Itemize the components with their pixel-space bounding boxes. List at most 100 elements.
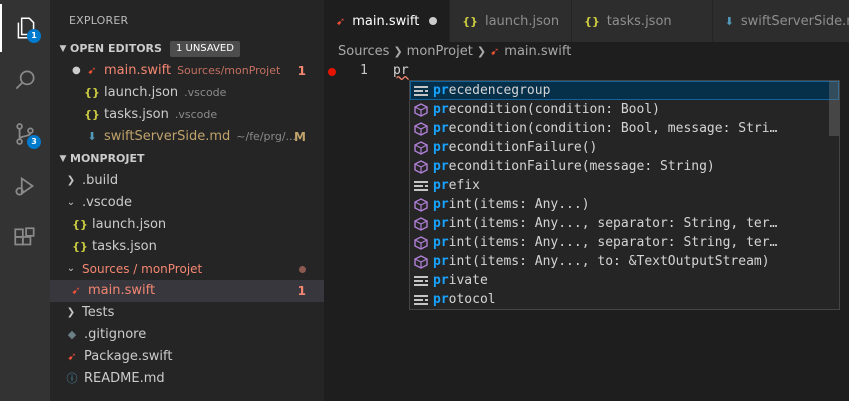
suggestion-item[interactable]: pr ecedencegroup	[410, 81, 839, 100]
json-icon: {}	[72, 240, 88, 253]
project-header[interactable]: ▼ MONPROJET	[50, 148, 324, 170]
line-number: 1	[360, 63, 368, 78]
tree-item-gitignore[interactable]: ◆ .gitignore	[50, 324, 324, 346]
suggestion-match: pr	[433, 102, 449, 117]
editor-tabs: ➹ main.swift {} launch.json {} tasks.jso…	[324, 0, 849, 42]
markdown-icon: ⬇	[87, 130, 97, 143]
open-editor-item[interactable]: {} launch.json .vscode	[50, 82, 324, 104]
suggestion-item[interactable]: pr econditionFailure()	[410, 138, 839, 157]
chevron-right-icon: ❯	[66, 307, 76, 318]
open-editor-item[interactable]: ⬇ swiftServerSide.md ~/fe/prg/... M	[50, 126, 324, 148]
tree-item-tasks-json[interactable]: {} tasks.json	[50, 236, 324, 258]
tree-label: Sources / monProjet	[82, 262, 203, 276]
suggestion-item[interactable]: pr ivate	[410, 271, 839, 290]
project-title: MONPROJET	[70, 152, 145, 165]
tree-label: Tests	[82, 305, 115, 320]
suggestion-match: pr	[433, 178, 449, 193]
extensions-icon	[14, 227, 35, 246]
tab-label: swiftServerSide.md	[740, 13, 849, 29]
method-icon	[413, 159, 429, 175]
open-editors-header[interactable]: ▼ OPEN EDITORS 1 UNSAVED	[50, 38, 324, 60]
scm-badge: 3	[27, 135, 41, 149]
chevron-right-icon: ❯	[476, 45, 487, 58]
keyword-icon	[413, 273, 429, 289]
tab-tasks-json[interactable]: {} tasks.json	[572, 0, 713, 42]
suggestion-item[interactable]: pr int(items: Any..., separator: String, …	[410, 214, 839, 233]
unsaved-dot-icon: ●	[72, 65, 81, 76]
open-editor-path: .vscode	[184, 86, 227, 99]
suggestion-text: econdition(condition: Bool)	[448, 102, 660, 117]
chevron-down-icon: ⌄	[66, 197, 76, 208]
suggestion-item[interactable]: pr int(items: Any..., to: &TextOutputStre…	[410, 252, 839, 271]
tab-label: main.swift	[352, 13, 420, 29]
suggestion-item[interactable]: pr econditionFailure(message: String)	[410, 157, 839, 176]
activity-extensions[interactable]	[0, 214, 50, 262]
tree-item-launch-json[interactable]: {} launch.json	[50, 214, 324, 236]
suggestion-item[interactable]: pr econdition(condition: Bool, message: S…	[410, 119, 839, 138]
suggestion-text: econditionFailure()	[448, 140, 598, 155]
tab-swiftserverside-md[interactable]: ⬇ swiftServerSide.md	[712, 0, 849, 42]
suggestion-text: ivate	[448, 273, 488, 288]
code-line[interactable]: pr	[393, 63, 409, 78]
chevron-right-icon: ❯	[393, 45, 403, 58]
error-count-badge: 1	[297, 284, 306, 298]
tree-label: Package.swift	[84, 349, 173, 364]
tree-item-sources[interactable]: ⌄ Sources / monProjet	[50, 258, 324, 280]
unsaved-dot-icon[interactable]	[429, 17, 438, 25]
error-count-badge: 1	[297, 64, 306, 78]
breadcrumb-item[interactable]: main.swift	[504, 44, 571, 59]
open-editor-item[interactable]: {} tasks.json .vscode	[50, 104, 324, 126]
info-icon: ⓘ	[66, 372, 78, 385]
open-editor-path: Sources/monProjet	[177, 64, 281, 77]
suggestion-text: int(items: Any...)	[448, 197, 590, 212]
suggestion-item[interactable]: pr efix	[410, 176, 839, 195]
suggest-scrollbar[interactable]	[829, 81, 839, 136]
activity-debug[interactable]	[0, 162, 50, 210]
swift-icon: ➹	[71, 284, 81, 297]
breadcrumb-item[interactable]: monProjet	[407, 44, 473, 59]
keyword-icon	[413, 178, 429, 194]
tree-label: launch.json	[92, 217, 167, 232]
markdown-icon: ⬇	[724, 14, 734, 28]
tree-item-build[interactable]: ❯ .build	[50, 170, 324, 192]
tree-item-vscode[interactable]: ⌄ .vscode	[50, 192, 324, 214]
breadcrumb-item[interactable]: Sources	[338, 44, 389, 59]
suggestion-item[interactable]: pr econdition(condition: Bool)	[410, 100, 839, 119]
tree-item-main-swift[interactable]: ➹ main.swift 1	[50, 280, 324, 302]
method-icon	[413, 254, 429, 270]
tree-label: .gitignore	[84, 327, 147, 342]
suggestion-item[interactable]: pr int(items: Any...)	[410, 195, 839, 214]
tab-launch-json[interactable]: {} launch.json	[450, 0, 573, 42]
tree-label: main.swift	[88, 283, 156, 298]
explorer-sidebar: EXPLORER ▼ OPEN EDITORS 1 UNSAVED ● ➹ ma…	[50, 0, 324, 401]
swift-icon: ➹	[67, 350, 77, 363]
tree-item-package-swift[interactable]: ➹ Package.swift	[50, 346, 324, 368]
method-icon	[413, 102, 429, 118]
suggestion-item[interactable]: pr int(items: Any..., separator: String, …	[410, 233, 839, 252]
open-editor-name: main.swift	[104, 63, 172, 78]
suggestion-text: otocol	[448, 292, 496, 307]
open-editors-title: OPEN EDITORS	[70, 42, 162, 55]
swift-icon: ➹	[336, 14, 346, 28]
json-icon: {}	[462, 14, 478, 28]
suggest-widget: pr ecedencegroup pr econdition(condition: B…	[409, 80, 840, 310]
suggestion-match: pr	[433, 216, 449, 231]
tree-item-tests[interactable]: ❯ Tests	[50, 302, 324, 324]
error-dot-icon	[299, 265, 306, 273]
activity-search[interactable]	[0, 56, 50, 104]
open-editor-item[interactable]: ● ➹ main.swift Sources/monProjet 1	[50, 60, 324, 82]
tab-main-swift[interactable]: ➹ main.swift	[324, 0, 451, 42]
tree-item-readme[interactable]: ⓘ README.md	[50, 368, 324, 390]
activity-source-control[interactable]: 3	[0, 110, 50, 158]
suggestion-match: pr	[433, 140, 449, 155]
suggestion-match: pr	[433, 254, 449, 269]
modified-badge: M	[294, 130, 306, 144]
tab-label: launch.json	[484, 13, 560, 29]
activity-explorer[interactable]: 1	[0, 4, 50, 52]
tree-label: .vscode	[82, 195, 132, 210]
open-editor-path: ~/fe/prg/...	[236, 130, 297, 143]
suggestion-text: efix	[448, 178, 480, 193]
suggestion-item[interactable]: pr otocol	[410, 290, 839, 309]
tree-label: README.md	[84, 371, 165, 386]
open-editor-name: tasks.json	[104, 107, 169, 122]
